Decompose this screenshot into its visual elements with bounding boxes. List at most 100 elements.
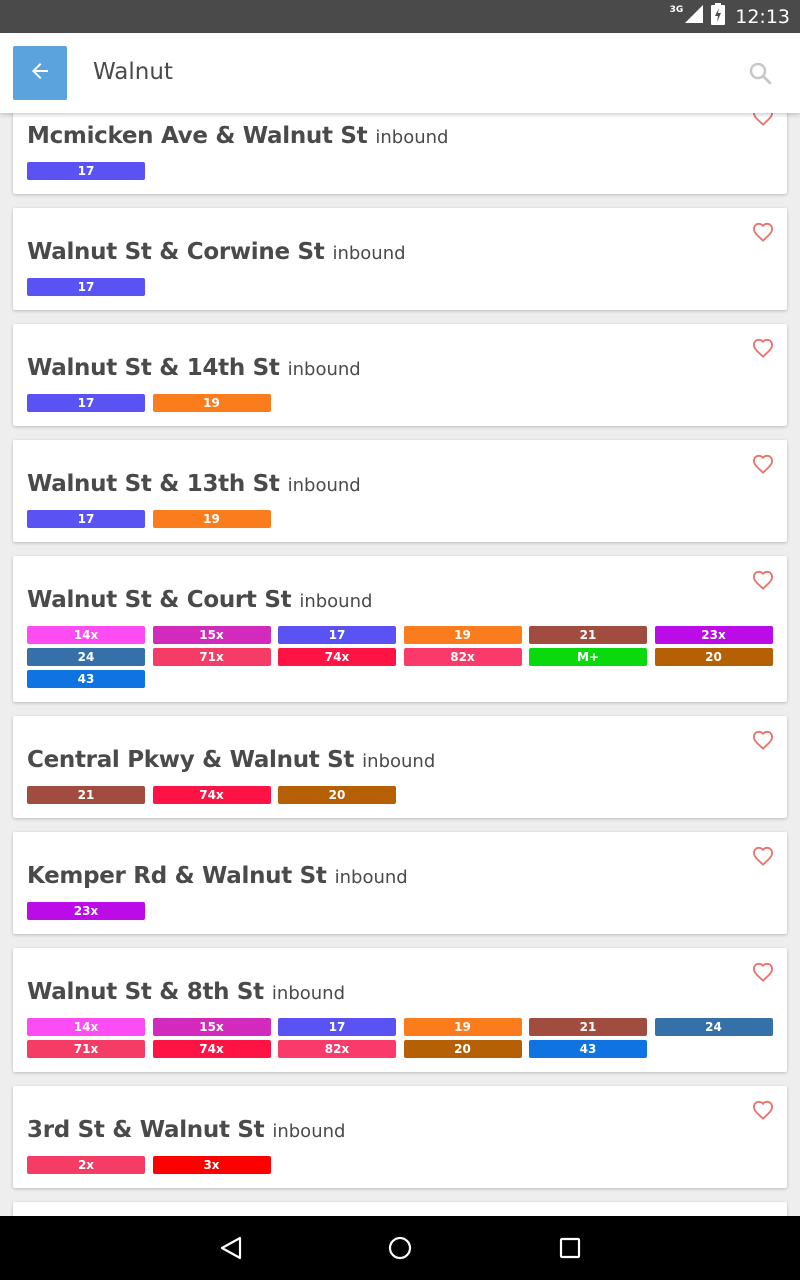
home-circle-icon[interactable] [384,1232,416,1264]
route-badge: 17 [27,510,145,528]
route-badges: 2x 3x [27,1156,773,1174]
route-badge: 71x [27,1040,145,1058]
route-badge: 20 [278,786,396,804]
stop-direction: inbound [287,475,361,496]
navigation-bar [0,1216,800,1280]
stop-direction: inbound [332,243,406,264]
stop-card[interactable]: Walnut St & 8th St inbound 14x 15x 17 19 21 24… [13,948,787,1072]
search-icon[interactable] [748,61,772,90]
route-badge: 19 [152,394,271,412]
route-badge: 24 [654,1018,773,1036]
route-badges: 21 74x 20 [27,786,773,804]
search-input[interactable]: Walnut [93,59,173,85]
stop-name: Walnut St & Court St [27,587,292,613]
route-badge: 2x [27,1156,145,1174]
stop-card[interactable]: 3rd St & Walnut St inbound 2x 3x [13,1086,787,1188]
stop-card[interactable]: Walnut St & Court St inbound 14x 15x 17 19 21… [13,556,787,702]
stop-title: Mcmicken Ave & Walnut St inbound [27,121,773,153]
route-badge: M+ [529,648,647,666]
route-badge: 17 [27,278,145,296]
stop-card[interactable]: Mcmicken Ave & Walnut St inbound 17 [13,113,787,194]
stop-card[interactable]: Central Pkwy & Walnut St inbound 21 74x 20 [13,716,787,818]
stop-title: 3rd St & Walnut St inbound [27,1115,773,1147]
stop-direction: inbound [271,983,345,1004]
route-badge: 43 [27,670,145,688]
route-badge: 19 [403,1018,522,1036]
route-badge: 20 [654,648,773,666]
stop-title: Walnut St & Court St inbound [27,585,773,617]
back-triangle-icon[interactable] [215,1232,247,1264]
arrow-left-icon [28,59,52,88]
route-badge: 23x [27,902,145,920]
route-badge: 17 [278,626,396,644]
stop-direction: inbound [272,1121,346,1142]
stop-direction: inbound [375,127,449,148]
route-badge: 21 [27,786,145,804]
route-badge: 15x [152,1018,271,1036]
favorite-heart-icon[interactable] [752,570,774,595]
route-badge: 21 [529,1018,647,1036]
route-badge: 24 [27,648,145,666]
route-badge: 17 [27,394,145,412]
route-badges: 17 19 [27,510,773,528]
route-badge: 21 [529,626,647,644]
battery-icon [711,3,726,30]
stop-title: Walnut St & Corwine St inbound [27,237,773,269]
stop-card[interactable]: Walnut St & 13th St inbound 17 19 [13,440,787,542]
route-badges: 17 [27,162,773,180]
app-bar: Walnut [0,33,800,113]
route-badges: 17 19 [27,394,773,412]
route-badge: 82x [278,1040,396,1058]
stop-card[interactable]: Walnut St & Corwine St inbound 17 [13,208,787,310]
stop-card[interactable]: Walnut St & 14th St inbound 17 19 [13,324,787,426]
stop-title: Central Pkwy & Walnut St inbound [27,745,773,777]
route-badge: 14x [27,626,145,644]
route-badge: 17 [27,162,145,180]
route-badge: 15x [152,626,271,644]
stop-title: Kemper Rd & Walnut St inbound [27,861,773,893]
stop-name: Walnut St & 13th St [27,471,280,497]
route-badge: 82x [403,648,522,666]
route-badge: 43 [529,1040,647,1058]
stop-name: Walnut St & 8th St [27,979,264,1005]
route-badges: 14x 15x 17 19 21 24 71x 74x 82x 20 43 [27,1018,773,1058]
stop-name: Kemper Rd & Walnut St [27,863,327,889]
stop-name: Walnut St & 14th St [27,355,280,381]
route-badge: 74x [152,786,271,804]
stop-direction: inbound [362,751,436,772]
route-badge: 74x [278,648,396,666]
stop-title: Walnut St & 14th St inbound [27,353,773,385]
route-badges: 23x [27,902,773,920]
stop-name: 3rd St & Walnut St [27,1117,265,1143]
stop-name: Walnut St & Corwine St [27,239,325,265]
favorite-heart-icon[interactable] [752,846,774,871]
stop-name: Central Pkwy & Walnut St [27,747,355,773]
recents-square-icon[interactable] [554,1232,586,1264]
stop-direction: inbound [299,591,373,612]
network-type: 3G [669,4,684,15]
stop-name: Mcmicken Ave & Walnut St [27,123,368,149]
back-button[interactable] [13,46,67,100]
route-badge: 17 [278,1018,396,1036]
favorite-heart-icon[interactable] [752,454,774,479]
route-badge: 3x [152,1156,271,1174]
status-bar: 3G 12:13 [0,0,800,33]
stop-card[interactable]: Kemper Rd & Walnut St inbound 23x [13,832,787,934]
stop-title: Walnut St & 8th St inbound [27,977,773,1009]
route-badges: 17 [27,278,773,296]
favorite-heart-icon[interactable] [752,1100,774,1125]
route-badge: 14x [27,1018,145,1036]
favorite-heart-icon[interactable] [752,962,774,987]
stop-direction: inbound [334,867,408,888]
route-badge: 20 [403,1040,522,1058]
stop-list[interactable]: Mcmicken Ave & Walnut St inbound 17 Walnut… [0,113,800,1216]
stop-card[interactable]: Springfield Pike & Walnut Ave inbound [13,1202,787,1216]
clock: 12:13 [735,5,790,28]
favorite-heart-icon[interactable] [752,222,774,247]
route-badge: 74x [152,1040,271,1058]
route-badge: 71x [152,648,271,666]
favorite-heart-icon[interactable] [752,730,774,755]
favorite-heart-icon[interactable] [752,113,774,131]
stop-direction: inbound [287,359,361,380]
favorite-heart-icon[interactable] [752,338,774,363]
